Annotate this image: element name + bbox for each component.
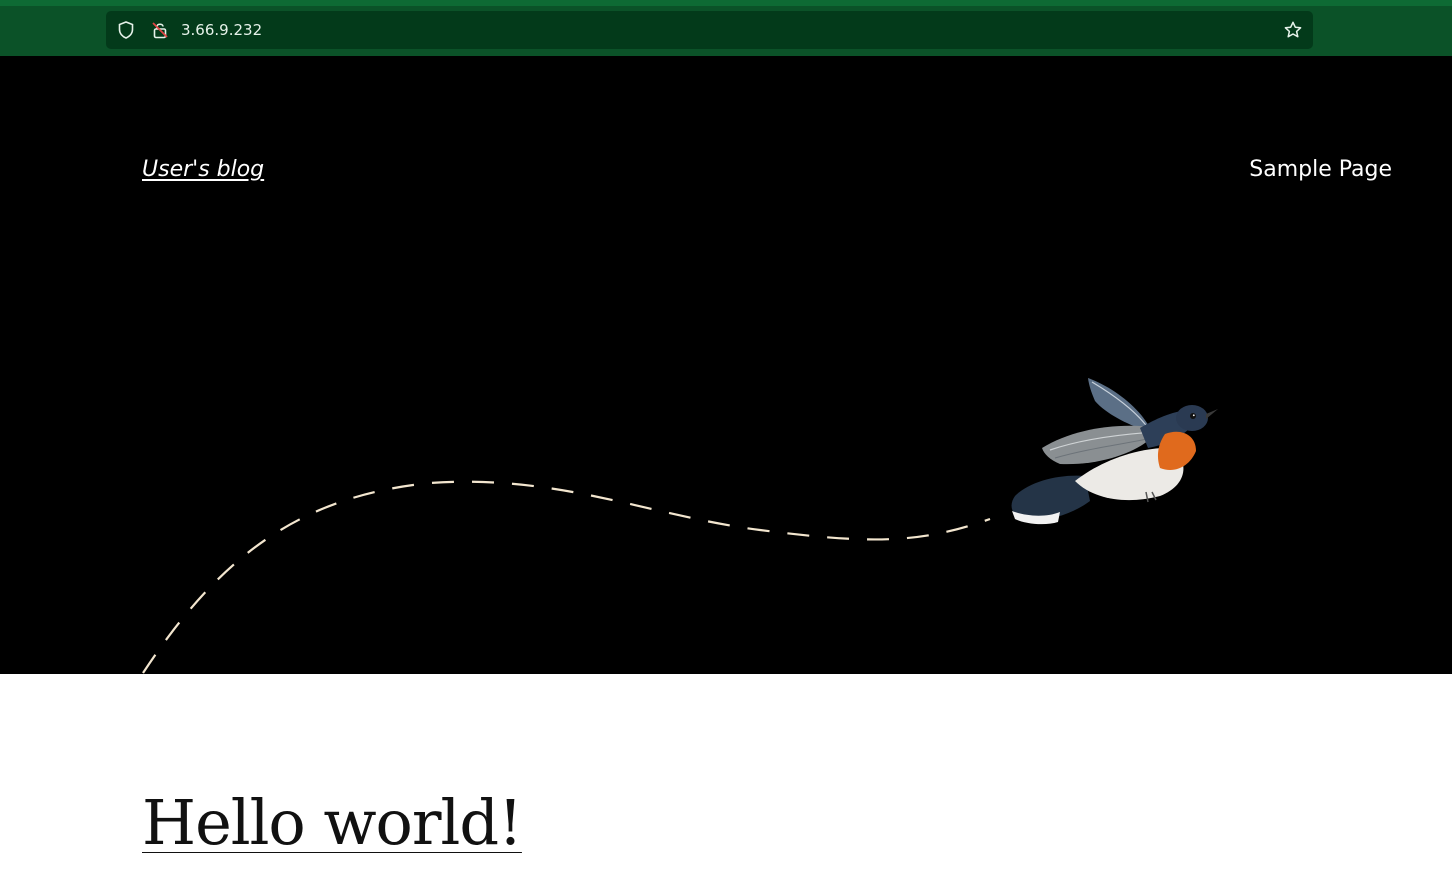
browser-toolbar: 3.66.9.232 <box>0 0 1452 56</box>
bird-illustration <box>142 378 1218 674</box>
url-text[interactable]: 3.66.9.232 <box>181 21 262 39</box>
insecure-lock-icon[interactable] <box>143 11 177 49</box>
bookmark-star-icon[interactable] <box>1281 11 1305 49</box>
flight-path-dashed-line <box>142 480 991 674</box>
bird-icon <box>1011 378 1218 525</box>
shield-icon[interactable] <box>109 11 143 49</box>
address-bar[interactable]: 3.66.9.232 <box>106 11 1313 49</box>
hero-header: User's blog Sample Page <box>0 56 1452 674</box>
post-title-link[interactable]: Hello world! <box>142 786 523 859</box>
